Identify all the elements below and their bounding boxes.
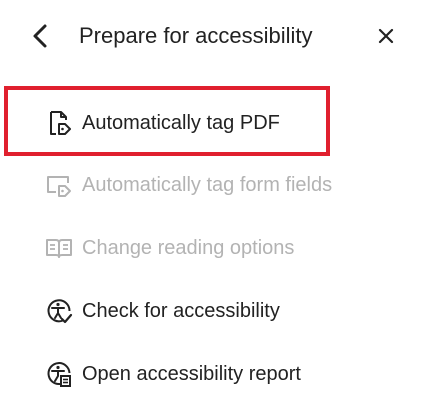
- menu-item-change-reading-options[interactable]: Change reading options: [34, 228, 394, 268]
- menu-item-label: Open accessibility report: [82, 363, 301, 385]
- chevron-left-icon: [33, 24, 47, 48]
- menu-item-label: Check for accessibility: [82, 300, 280, 322]
- accessibility-check-icon: [44, 296, 74, 326]
- panel-title: Prepare for accessibility: [79, 23, 313, 48]
- tag-form-fields-icon: [44, 170, 74, 200]
- menu-item-check-accessibility[interactable]: Check for accessibility: [34, 291, 394, 331]
- reading-options-icon: [44, 233, 74, 263]
- close-button[interactable]: [374, 24, 398, 48]
- prepare-accessibility-panel: Prepare for accessibility Automatically …: [0, 0, 421, 409]
- menu-item-label: Change reading options: [82, 237, 295, 259]
- accessibility-report-icon: [44, 359, 74, 389]
- close-icon: [378, 28, 394, 44]
- menu-item-auto-tag-form-fields[interactable]: Automatically tag form fields: [34, 165, 394, 205]
- menu-item-open-accessibility-report[interactable]: Open accessibility report: [34, 354, 394, 394]
- highlight-box: [4, 86, 330, 156]
- panel-header: Prepare for accessibility: [0, 0, 421, 72]
- menu-item-label: Automatically tag form fields: [82, 174, 333, 196]
- back-button[interactable]: [28, 22, 54, 50]
